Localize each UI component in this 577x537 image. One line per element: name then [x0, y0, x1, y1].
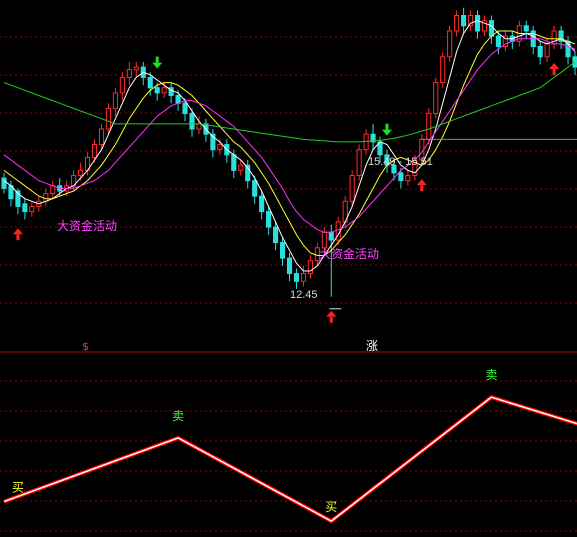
candle-body — [112, 92, 118, 109]
candle-body — [307, 260, 313, 275]
candle-body — [440, 56, 446, 84]
candle-body — [196, 123, 202, 130]
candle-body — [461, 14, 467, 27]
candle-body — [105, 107, 112, 130]
candle-body — [447, 30, 453, 58]
candle-body — [1, 177, 7, 189]
candle-body — [398, 172, 404, 182]
candle-body — [154, 87, 160, 94]
candle-body — [147, 76, 153, 89]
candle-body — [426, 113, 432, 140]
candle-body — [488, 20, 495, 37]
candle-body — [217, 144, 223, 151]
sell-point-label: 卖 — [485, 368, 497, 382]
candle-body — [91, 144, 98, 158]
candle-body — [182, 102, 188, 115]
annotation-big-capital-1: 大资金活动 — [57, 218, 117, 233]
candle-body — [544, 43, 550, 58]
candle-body — [119, 76, 125, 94]
candle-body — [356, 149, 362, 176]
buy-point-label: 买 — [325, 500, 337, 514]
annotation-big-capital-2: 大资金活动 — [319, 246, 379, 261]
candle-body — [161, 87, 167, 94]
price-range-label: 15.49 - 15.51 — [368, 156, 433, 168]
candle-body — [238, 164, 244, 171]
divider-marker-right: 涨 — [366, 338, 378, 353]
candle-body — [328, 231, 334, 241]
sell-point-label: 卖 — [172, 409, 184, 423]
divider-marker-left: $ — [82, 340, 89, 353]
candle — [447, 25, 453, 62]
candle — [433, 77, 439, 119]
candle-body — [189, 113, 195, 130]
candle-body — [29, 205, 35, 213]
candle-body — [495, 35, 501, 47]
candle-body — [43, 193, 49, 202]
candle-body — [454, 14, 460, 32]
candle-body — [22, 203, 28, 213]
candle-body — [259, 195, 265, 213]
candle — [356, 144, 362, 181]
candle-body — [349, 174, 355, 202]
candle-body — [78, 169, 84, 176]
price-low-label: 12.45 — [290, 289, 318, 301]
candle-body — [321, 231, 327, 249]
candle-body — [231, 154, 237, 171]
candle-body — [474, 14, 481, 32]
candle-body — [405, 174, 411, 182]
candle-body — [300, 273, 306, 282]
candle-body — [537, 45, 543, 58]
stock-chart: 买 卖买 卖 大资金活动 大资金活动 12.45 15.49 - 15.51 $ 涨 — [0, 0, 577, 537]
candle-body — [467, 14, 474, 27]
candle-body — [273, 226, 279, 244]
candle-body — [433, 82, 439, 115]
candle-body — [175, 94, 181, 104]
candle-body — [523, 25, 529, 32]
candle — [440, 51, 446, 88]
candle-body — [252, 180, 258, 197]
candle-body — [286, 257, 293, 275]
candle-body — [293, 273, 300, 282]
buy-point-label: 买 — [12, 481, 24, 495]
candle-body — [50, 185, 56, 195]
candle-body — [279, 242, 286, 259]
candle-body — [126, 69, 132, 78]
candle-body — [98, 128, 105, 146]
candle-body — [133, 66, 139, 71]
candle-body — [266, 211, 272, 228]
